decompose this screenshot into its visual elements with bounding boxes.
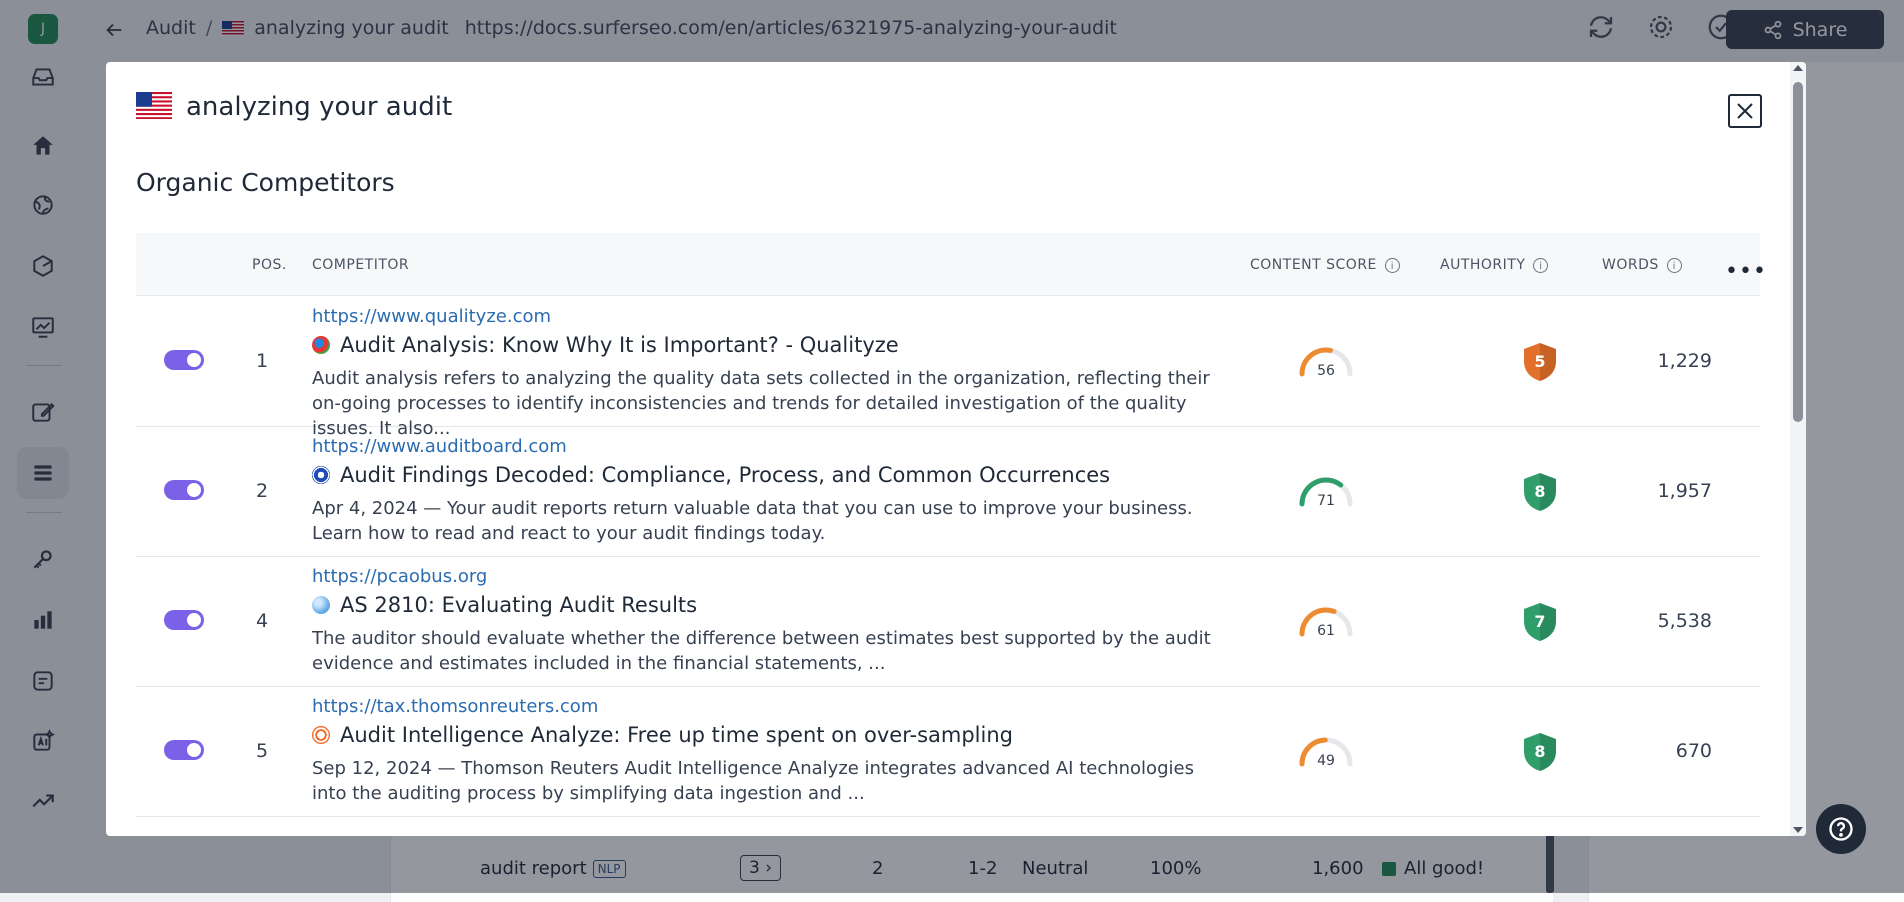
col-pos-label: POS.	[252, 257, 287, 273]
col-words-label: WORDS	[1602, 257, 1659, 273]
competitor-title[interactable]: Audit Intelligence Analyze: Free up time…	[312, 723, 1013, 747]
competitor-title-text: AS 2810: Evaluating Audit Results	[340, 593, 698, 617]
col-authority[interactable]: AUTHORITY i	[1440, 257, 1549, 273]
authority-value: 7	[1534, 612, 1546, 631]
col-competitor-label: COMPETITOR	[312, 257, 410, 273]
scroll-up-icon[interactable]	[1793, 65, 1803, 71]
row-position: 4	[255, 610, 269, 632]
col-content-score[interactable]: CONTENT SCORE i	[1250, 257, 1400, 273]
help-button[interactable]	[1816, 804, 1866, 854]
row-position: 1	[255, 350, 269, 372]
word-count: 670	[1675, 740, 1712, 762]
content-score-value: 71	[1317, 493, 1335, 509]
col-authority-label: AUTHORITY	[1440, 257, 1526, 273]
modal-scroll-thumb[interactable]	[1793, 82, 1803, 422]
table-row: 5 https://tax.thomsonreuters.com Audit Int…	[136, 686, 1760, 817]
table-row: 4 https://pcaobus.org AS 2810: Evaluating …	[136, 556, 1760, 687]
col-pos[interactable]: POS.	[252, 257, 287, 273]
word-count: 5,538	[1657, 610, 1712, 632]
close-button[interactable]	[1728, 94, 1762, 128]
next-row-peek	[312, 830, 612, 836]
close-icon	[1737, 103, 1753, 119]
competitor-title-text: Audit Intelligence Analyze: Free up time…	[340, 723, 1013, 747]
competitors-modal: analyzing your audit Organic Competitors…	[106, 62, 1806, 836]
site-favicon-icon	[312, 726, 330, 744]
competitor-url[interactable]: https://www.auditboard.com	[312, 436, 567, 457]
modal-title: analyzing your audit	[186, 92, 453, 122]
competitor-description: Sep 12, 2024 — Thomson Reuters Audit Int…	[312, 758, 1194, 804]
row-position: 5	[255, 740, 269, 762]
include-toggle[interactable]	[164, 740, 204, 760]
competitor-url[interactable]: https://www.qualityze.com	[312, 306, 551, 327]
authority-value: 5	[1534, 352, 1546, 371]
competitor-url[interactable]: https://tax.thomsonreuters.com	[312, 696, 598, 717]
competitor-description: The auditor should evaluate whether the …	[312, 628, 1211, 674]
word-count: 1,957	[1657, 480, 1712, 502]
site-favicon-icon	[312, 596, 330, 614]
site-favicon-icon	[312, 466, 330, 484]
info-icon[interactable]: i	[1533, 257, 1549, 273]
us-flag-icon	[136, 92, 172, 119]
competitor-title[interactable]: AS 2810: Evaluating Audit Results	[312, 593, 697, 617]
more-options-icon[interactable]: •••	[1725, 259, 1767, 284]
modal-scrollbar[interactable]	[1790, 62, 1806, 836]
section-title: Organic Competitors	[136, 168, 395, 197]
competitor-title-text: Audit Analysis: Know Why It is Important…	[340, 333, 899, 357]
info-icon[interactable]: i	[1384, 257, 1400, 273]
table-row: 2 https://www.auditboard.com Audit Finding…	[136, 426, 1760, 557]
content-score-value: 61	[1317, 623, 1335, 639]
include-toggle[interactable]	[164, 480, 204, 500]
content-score-value: 49	[1317, 753, 1335, 769]
col-words[interactable]: WORDS i	[1602, 257, 1682, 273]
competitor-title[interactable]: Audit Analysis: Know Why It is Important…	[312, 333, 899, 357]
competitor-description: Apr 4, 2024 — Your audit reports return …	[312, 498, 1193, 544]
scroll-down-icon[interactable]	[1793, 827, 1803, 833]
include-toggle[interactable]	[164, 610, 204, 630]
row-position: 2	[255, 480, 269, 502]
table-row: 1 https://www.qualityze.com Audit Analysis…	[136, 296, 1760, 439]
col-competitor[interactable]: COMPETITOR	[312, 257, 409, 273]
table-header: POS. COMPETITOR CONTENT SCORE i AUTHORITY…	[136, 233, 1766, 296]
competitor-url[interactable]: https://pcaobus.org	[312, 566, 487, 587]
content-score-value: 56	[1317, 363, 1335, 379]
word-count: 1,229	[1657, 350, 1712, 372]
authority-value: 8	[1534, 482, 1546, 501]
site-favicon-icon	[312, 336, 330, 354]
info-icon[interactable]: i	[1666, 257, 1682, 273]
authority-value: 8	[1534, 742, 1546, 761]
competitor-title[interactable]: Audit Findings Decoded: Compliance, Proc…	[312, 463, 1110, 487]
include-toggle[interactable]	[164, 350, 204, 370]
competitor-title-text: Audit Findings Decoded: Compliance, Proc…	[340, 463, 1111, 487]
help-icon	[1829, 817, 1853, 841]
col-content-score-label: CONTENT SCORE	[1250, 257, 1377, 273]
